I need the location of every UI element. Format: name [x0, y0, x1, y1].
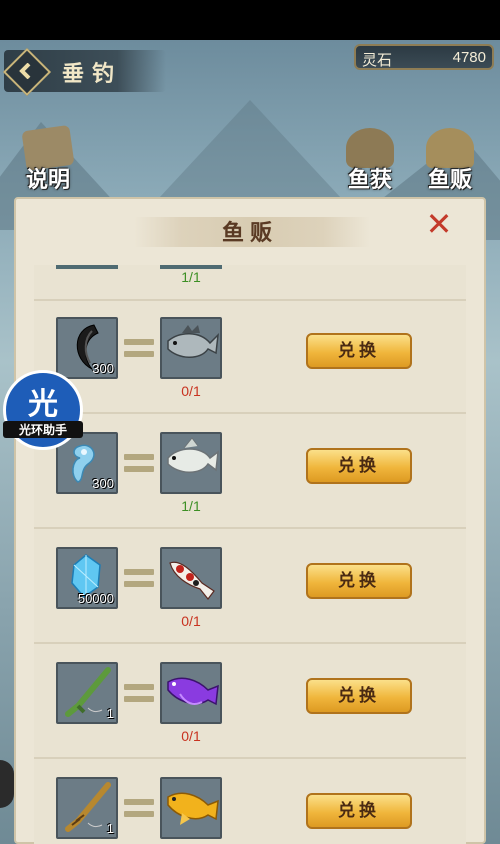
exchange-progress: 0/1	[181, 728, 201, 744]
reward-item-slot[interactable]	[160, 662, 222, 724]
fish-seller-button[interactable]: 鱼贩	[418, 128, 482, 194]
watermark-text: 光环助手	[3, 421, 83, 438]
exchange-button[interactable]: 兑换	[306, 333, 412, 369]
reward-item-slot[interactable]	[160, 317, 222, 379]
header-bar: 垂钓	[2, 47, 166, 97]
list-item: 1/1	[34, 265, 466, 301]
close-button[interactable]: ✕	[424, 206, 454, 242]
exchange-progress: 1/1	[181, 269, 201, 285]
cost-item-slot[interactable]: 1	[56, 662, 118, 724]
spirit-stone-counter: 灵石 4780	[354, 44, 494, 70]
zander-fish-icon	[167, 325, 219, 358]
cost-item-slot[interactable]: 1	[56, 777, 118, 839]
side-floating-tab[interactable]	[0, 760, 14, 808]
fish-seller-dialog: 鱼贩 ✕ 1/1 300 0/1 兑换 300 1/1 兑换 50000 0/1…	[14, 197, 486, 844]
cost-quantity: 50000	[77, 591, 114, 606]
watermark-logo-char: 光	[28, 388, 58, 421]
currency-label: 灵石	[362, 52, 393, 69]
cost-quantity: 1	[106, 821, 114, 836]
list-item: 1 0/1 兑换	[34, 646, 466, 759]
fish-seller-label: 鱼贩	[427, 167, 472, 193]
equals-icon	[124, 799, 154, 819]
exchange-list[interactable]: 1/1 300 0/1 兑换 300 1/1 兑换 50000 0/1 兑换 1…	[34, 265, 466, 844]
helper-app-watermark[interactable]: 光 光环助手	[3, 370, 83, 450]
reward-item-slot[interactable]	[160, 777, 222, 839]
list-item: 300 0/1 兑换	[34, 301, 466, 414]
page-title: 垂钓	[62, 61, 123, 87]
reward-item-slot[interactable]	[160, 547, 222, 609]
help-button[interactable]: 说明	[16, 124, 80, 194]
exchange-button[interactable]: 兑换	[306, 563, 412, 599]
list-item: 1 兑换	[34, 761, 466, 844]
golden-arowana-fish-icon	[167, 792, 219, 825]
equals-icon	[124, 339, 154, 359]
exchange-button[interactable]: 兑换	[306, 448, 412, 484]
exchange-button[interactable]: 兑换	[306, 793, 412, 829]
help-label: 说明	[25, 167, 70, 193]
equals-icon	[124, 569, 154, 589]
game-scene: 垂钓 灵石 4780 说明 鱼获 鱼贩 鱼贩 ✕ 1/1 300 0/1 兑换 …	[0, 40, 500, 844]
currency-value: 4780	[452, 49, 486, 66]
equals-icon	[124, 454, 154, 474]
item-slot	[56, 265, 118, 269]
dialog-header: 鱼贩 ✕	[16, 199, 484, 259]
status-bar	[0, 0, 500, 40]
exchange-progress: 0/1	[181, 613, 201, 629]
exchange-progress: 1/1	[181, 498, 201, 514]
catch-button[interactable]: 鱼获	[338, 128, 402, 194]
reward-item-slot[interactable]	[160, 432, 222, 494]
dialog-title: 鱼贩	[221, 220, 278, 246]
chevron-left-icon	[18, 63, 34, 79]
koi-fish-icon	[169, 561, 215, 600]
cost-item-slot[interactable]: 300	[56, 317, 118, 379]
close-icon: ✕	[425, 206, 453, 242]
cost-item-slot[interactable]: 50000	[56, 547, 118, 609]
cost-quantity: 300	[92, 476, 114, 491]
exchange-progress: 0/1	[181, 383, 201, 399]
equals-icon	[124, 684, 154, 704]
exchange-button[interactable]: 兑换	[306, 678, 412, 714]
list-item: 50000 0/1 兑换	[34, 531, 466, 644]
list-item: 300 1/1 兑换	[34, 416, 466, 529]
catch-label: 鱼获	[347, 167, 392, 193]
cost-quantity: 1	[106, 706, 114, 721]
white-perch-fish-icon	[167, 437, 219, 473]
cost-quantity: 300	[92, 361, 114, 376]
purple-arowana-fish-icon	[167, 677, 219, 706]
